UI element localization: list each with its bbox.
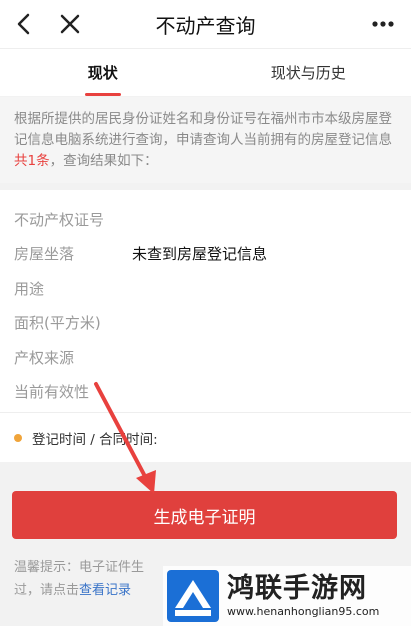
date-label: 登记时间 / 合同时间:	[32, 431, 158, 448]
more-dots-icon	[372, 21, 394, 27]
field-row-area: 面积(平方米)	[0, 306, 411, 341]
status-dot-icon	[14, 433, 22, 442]
notice-text: 根据所提供的居民身份证姓名和身份证号在福州市市本级房屋登记信息电脑系统进行查询，…	[14, 111, 392, 148]
close-button[interactable]	[54, 8, 86, 40]
field-label: 当前有效性	[14, 383, 90, 402]
field-label: 面积(平方米)	[14, 314, 101, 333]
field-row-source: 产权来源	[0, 340, 411, 375]
tab-bar: 现状 现状与历史	[0, 48, 411, 96]
view-records-link[interactable]: 查看记录	[79, 583, 131, 598]
field-row-location: 房屋坐落 未查到房屋登记信息	[0, 237, 411, 272]
field-row-validity: 当前有效性	[0, 375, 411, 410]
notice-count: 共1条	[14, 153, 50, 169]
field-label: 产权来源	[14, 348, 75, 367]
site-logo-icon	[167, 570, 219, 622]
more-button[interactable]	[367, 8, 399, 40]
field-row-cert-no: 不动产权证号	[0, 202, 411, 237]
registration-date-row: 登记时间 / 合同时间:	[0, 412, 411, 462]
watermark-url: www.henanhonglian95.com	[227, 605, 380, 618]
chevron-left-icon	[17, 13, 30, 35]
watermark-title: 鸿联手游网	[227, 573, 367, 604]
generate-certificate-button[interactable]: 生成电子证明	[12, 491, 397, 539]
close-icon	[60, 14, 80, 34]
notice-text-end: ，查询结果如下：	[49, 153, 158, 169]
query-notice: 根据所提供的居民身份证姓名和身份证号在福州市市本级房屋登记信息电脑系统进行查询，…	[0, 97, 411, 183]
back-button[interactable]	[8, 8, 40, 40]
field-label: 不动产权证号	[14, 210, 105, 229]
tip-line-2: 过，请点击	[14, 583, 80, 598]
field-row-usage: 用途	[0, 271, 411, 306]
tab-current[interactable]: 现状	[0, 49, 206, 96]
field-label: 用途	[14, 279, 45, 298]
field-label: 房屋坐落	[14, 245, 75, 264]
nav-bar: 不动产查询	[0, 0, 411, 48]
property-info-panel: 不动产权证号 房屋坐落 未查到房屋登记信息 用途 面积(平方米) 产权来源 当前…	[0, 190, 411, 412]
tab-current-and-history[interactable]: 现状与历史	[206, 49, 411, 96]
field-value: 未查到房屋登记信息	[132, 245, 268, 264]
watermark: 鸿联手游网 www.henanhonglian95.com	[163, 566, 411, 626]
